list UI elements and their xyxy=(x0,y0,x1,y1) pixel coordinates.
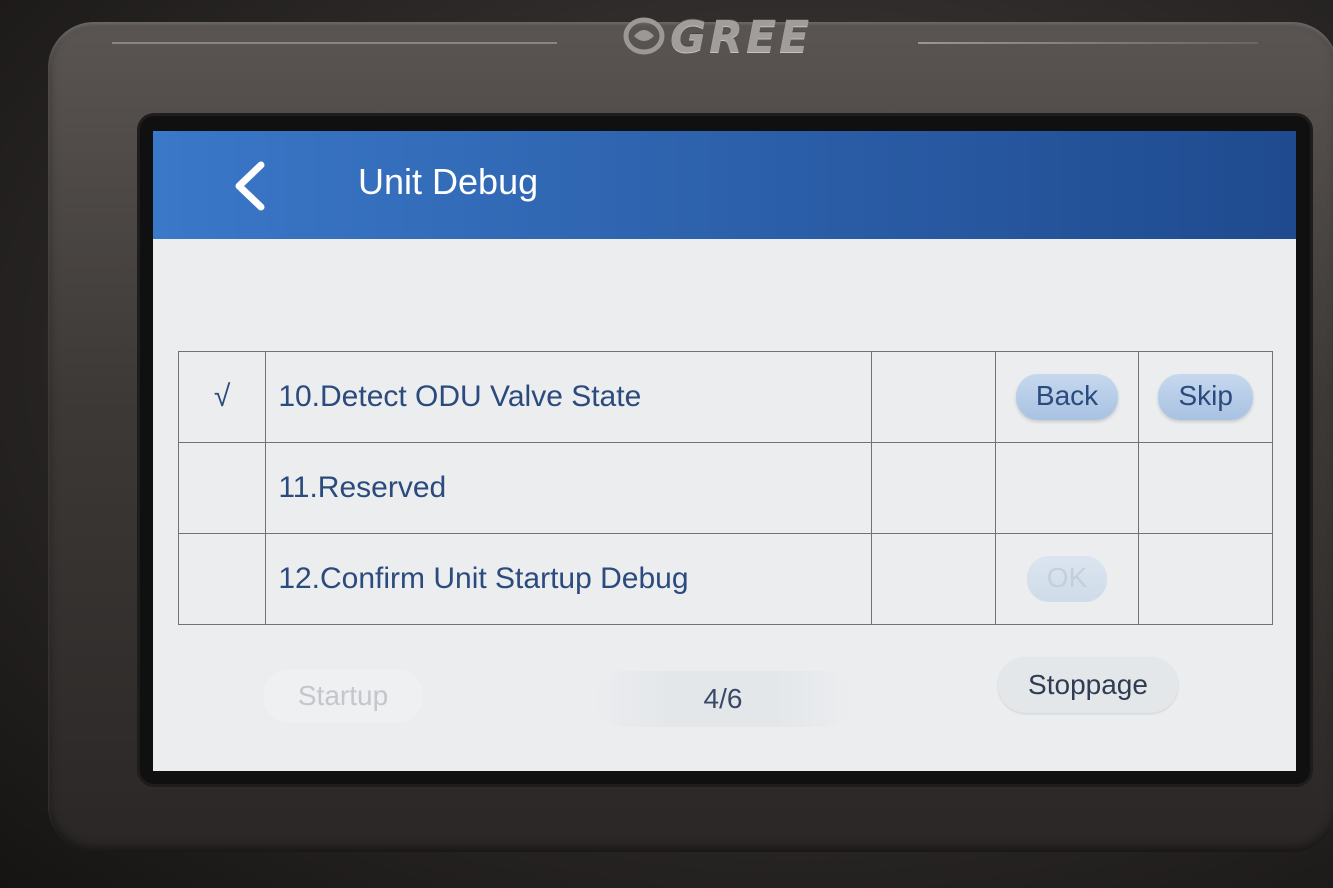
step-check-mark: √ xyxy=(177,351,267,443)
step-label: 12.Confirm Unit Startup Debug xyxy=(265,533,873,625)
step-label: 11.Reserved xyxy=(265,442,873,534)
empty-cell xyxy=(871,442,996,534)
empty-cell xyxy=(1138,533,1273,625)
svg-text:GREE: GREE xyxy=(670,12,812,62)
ok-button[interactable]: OK xyxy=(1026,556,1108,602)
empty-cell xyxy=(871,351,996,443)
brand-logo-icon: GREE xyxy=(623,12,812,63)
table-row: 11.Reserved xyxy=(177,442,1273,534)
page-title: Unit Debug xyxy=(358,161,539,202)
step-label: 10.Detect ODU Valve State xyxy=(265,351,873,443)
table-row: 12.Confirm Unit Startup Debug OK xyxy=(177,533,1273,625)
empty-cell xyxy=(994,442,1140,534)
startup-button[interactable]: Startup xyxy=(263,669,423,723)
bezel-trim-left xyxy=(112,42,557,44)
back-button[interactable]: Back xyxy=(1015,374,1119,420)
empty-cell xyxy=(871,533,996,625)
debug-steps-table: √ 10.Detect ODU Valve State Back Skip 11… xyxy=(177,351,1273,625)
action-cell: OK xyxy=(994,533,1140,625)
back-arrow-icon[interactable] xyxy=(231,161,271,211)
touch-screen: Unit Debug √ 10.Detect ODU Valve State B… xyxy=(153,131,1296,771)
table-row: √ 10.Detect ODU Valve State Back Skip xyxy=(177,351,1273,443)
skip-button[interactable]: Skip xyxy=(1158,374,1253,420)
action-cell: Skip xyxy=(1138,351,1273,443)
step-check-mark xyxy=(177,533,267,625)
page-indicator: 4/6 xyxy=(593,671,853,727)
action-cell: Back xyxy=(994,351,1140,443)
title-bar: Unit Debug xyxy=(153,131,1296,239)
stoppage-button[interactable]: Stoppage xyxy=(998,657,1178,713)
step-check-mark xyxy=(177,442,267,534)
brand-logo: GREE xyxy=(620,6,900,63)
empty-cell xyxy=(1138,442,1273,534)
bezel-trim-right xyxy=(918,42,1258,44)
